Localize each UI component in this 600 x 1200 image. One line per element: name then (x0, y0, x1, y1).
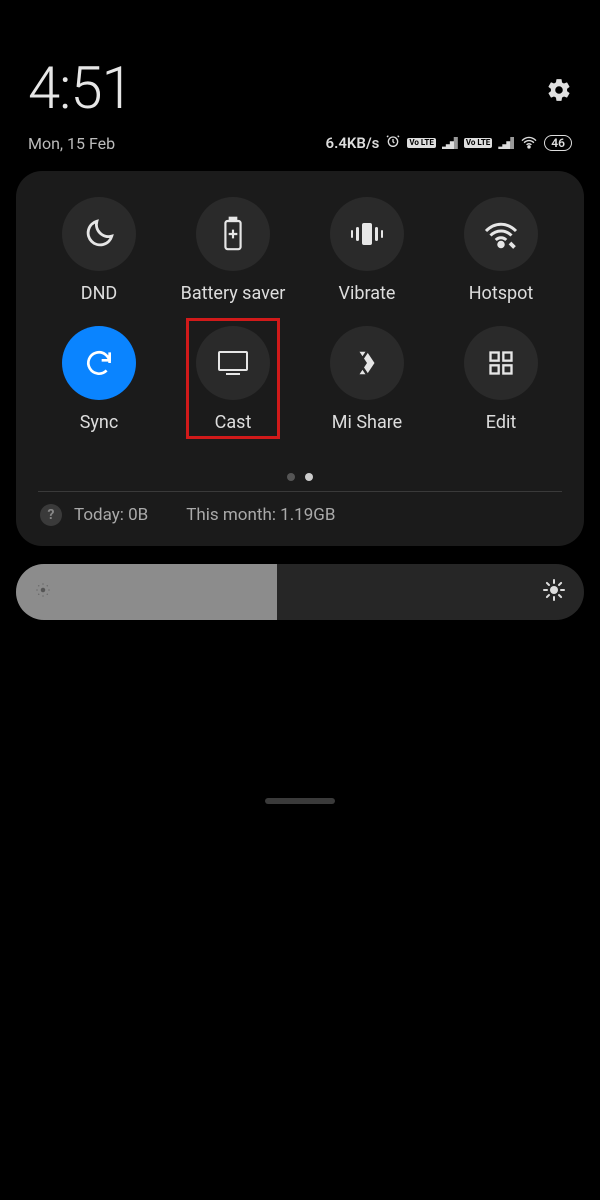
tile-vibrate[interactable]: Vibrate (302, 197, 432, 304)
battery-pill: 46 (544, 135, 572, 151)
tile-hotspot[interactable]: Hotspot (436, 197, 566, 304)
tile-label: Mi Share (332, 412, 402, 433)
battery-plus-icon (220, 216, 246, 252)
brightness-slider[interactable] (16, 564, 584, 620)
page-dot-1 (287, 473, 295, 481)
tile-label: Edit (486, 412, 516, 433)
tile-label: DND (81, 283, 117, 304)
sync-icon (83, 347, 115, 379)
tile-mi-share[interactable]: Mi Share (302, 326, 432, 433)
clock-time: 4:51 (28, 55, 133, 123)
page-dot-2 (305, 473, 313, 481)
wifi-icon (520, 134, 538, 153)
tile-sync[interactable]: Sync (34, 326, 164, 433)
tile-label: Hotspot (469, 283, 534, 304)
tile-battery-saver[interactable]: Battery saver (168, 197, 298, 304)
grid-icon (487, 349, 515, 377)
quick-settings-panel: DND Battery saver Vibrate Hotspot Sync C (16, 171, 584, 546)
moon-icon (82, 217, 116, 251)
brightness-low-icon (34, 581, 52, 603)
vibrate-icon (348, 219, 386, 249)
sim1-signal-icon (442, 137, 458, 149)
page-indicator[interactable] (34, 473, 566, 481)
tile-dnd[interactable]: DND (34, 197, 164, 304)
sim1-volte-badge: Vo LTE (407, 138, 435, 148)
tile-label: Vibrate (339, 283, 396, 304)
tile-label: Battery saver (181, 283, 286, 304)
data-usage-month: This month: 1.19GB (186, 505, 335, 525)
tile-edit[interactable]: Edit (436, 326, 566, 433)
mi-share-icon (352, 348, 382, 378)
data-usage-bar[interactable]: ? Today: 0B This month: 1.19GB (34, 502, 566, 532)
cast-icon (216, 349, 250, 377)
tile-label: Sync (80, 412, 119, 433)
status-icons-group: 6.4KB/s Vo LTE Vo LTE 46 (326, 133, 572, 153)
data-usage-today: Today: 0B (74, 505, 148, 525)
tile-label: Cast (215, 412, 252, 433)
sim2-volte-badge: Vo LTE (464, 138, 492, 148)
alarm-icon (385, 133, 401, 153)
nav-handle[interactable] (265, 798, 335, 804)
net-speed-text: 6.4KB/s (326, 134, 380, 152)
tile-cast[interactable]: Cast (168, 326, 298, 433)
sim2-signal-icon (498, 137, 514, 149)
help-icon: ? (40, 504, 62, 526)
brightness-fill (16, 564, 277, 620)
divider (38, 491, 562, 492)
status-date: Mon, 15 Feb (28, 134, 115, 153)
settings-gear-icon[interactable] (546, 77, 572, 103)
brightness-high-icon (542, 578, 566, 606)
hotspot-icon (483, 219, 519, 249)
